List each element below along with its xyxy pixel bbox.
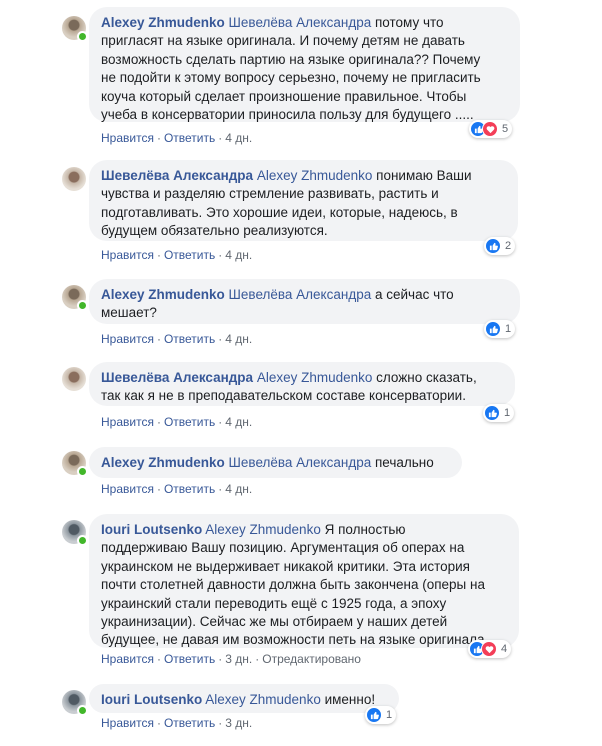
comment-actions: Нравится · Ответить · 3 дн. bbox=[101, 716, 253, 730]
comment-author[interactable]: Iouri Loutsenko bbox=[101, 692, 202, 707]
comment-author[interactable]: Alexey Zhmudenko bbox=[101, 455, 225, 470]
like-icon bbox=[485, 238, 501, 254]
reactions-badge[interactable]: 1 bbox=[484, 320, 516, 338]
online-status-dot bbox=[77, 705, 88, 716]
like-link[interactable]: Нравится bbox=[101, 131, 154, 145]
edited-label[interactable]: Отредактировано bbox=[262, 652, 361, 666]
reaction-count: 5 bbox=[502, 123, 509, 135]
comment-bubble: Alexey Zhmudenko Шевелёва Александра пот… bbox=[89, 7, 520, 122]
comment-actions: Нравится · Ответить · 4 дн. bbox=[101, 482, 253, 496]
comment-text-line: поддерживаю Вашу позицию. Аргументация о… bbox=[101, 540, 465, 556]
comment-text-line: именно! bbox=[320, 692, 376, 707]
comment-bubble: Шевелёва Александра Alexey Zhmudenko сло… bbox=[89, 362, 515, 406]
reactions-badge[interactable]: 1 bbox=[365, 706, 397, 724]
online-status-dot bbox=[77, 31, 88, 42]
reaction-count: 1 bbox=[504, 407, 511, 419]
reaction-count: 2 bbox=[505, 240, 512, 252]
comment-text-line: учеба в консерватории приносила пользу д… bbox=[101, 107, 474, 123]
like-icon bbox=[485, 321, 501, 337]
like-link[interactable]: Нравится bbox=[101, 248, 154, 262]
comment-bubble: Iouri Loutsenko Alexey Zhmudenko Я полно… bbox=[89, 514, 519, 648]
comment-text-line: подготавливать. Это хорошие идеи, которы… bbox=[101, 204, 458, 220]
comment-text-line: почти столетней давности должна быть зак… bbox=[101, 577, 485, 593]
like-icon bbox=[484, 405, 500, 421]
timestamp[interactable]: 4 дн. bbox=[225, 482, 252, 496]
comment-actions: Нравится · Ответить · 3 дн. · Отредактировано bbox=[101, 652, 361, 666]
reply-link[interactable]: Ответить bbox=[164, 482, 215, 496]
comment-bubble: Alexey Zhmudenko Шевелёва Александра а с… bbox=[89, 279, 520, 324]
comment-mention[interactable]: Шевелёва Александра bbox=[229, 455, 372, 470]
timestamp[interactable]: 4 дн. bbox=[225, 248, 252, 262]
comment-author[interactable]: Alexey Zhmudenko bbox=[101, 15, 225, 30]
comment-actions: Нравится · Ответить · 4 дн. bbox=[101, 415, 253, 429]
reaction-count: 1 bbox=[386, 709, 393, 721]
reaction-count: 1 bbox=[505, 323, 512, 335]
timestamp[interactable]: 4 дн. bbox=[225, 415, 252, 429]
like-link[interactable]: Нравится bbox=[101, 415, 154, 429]
comment-author[interactable]: Шевелёва Александра bbox=[101, 370, 253, 385]
comment-mention[interactable]: Шевелёва Александра bbox=[229, 15, 372, 30]
comment-text-line: чувства и разделяю стремление развивать,… bbox=[101, 186, 439, 202]
reply-link[interactable]: Ответить bbox=[164, 131, 215, 145]
reactions-badge[interactable]: 4 bbox=[468, 640, 512, 658]
comment-text-line: а сейчас что bbox=[371, 287, 454, 302]
comment-mention[interactable]: Alexey Zhmudenko bbox=[257, 168, 373, 183]
comment-author[interactable]: Шевелёва Александра bbox=[101, 168, 253, 183]
comment-text-line: потому что bbox=[371, 15, 444, 30]
comment-text-line: возможность сделать партию на языке ориг… bbox=[101, 51, 481, 67]
comment-bubble: Шевелёва Александра Alexey Zhmudenko пон… bbox=[89, 160, 518, 241]
comment-mention[interactable]: Alexey Zhmudenko bbox=[205, 522, 321, 537]
avatar[interactable] bbox=[62, 167, 86, 191]
reactions-badge[interactable]: 2 bbox=[484, 237, 516, 255]
comment-text-line: будущее, не давая им возможности петь на… bbox=[101, 632, 485, 648]
comment-text-line: будущем обязательно реализуются. bbox=[101, 223, 328, 239]
comment-text-line: пригласят на языке оригинала. И почему д… bbox=[101, 33, 465, 49]
comment-actions: Нравится · Ответить · 4 дн. bbox=[101, 332, 253, 346]
comment-text-line: украинском не выдерживает никакой критик… bbox=[101, 558, 470, 574]
comment-text-line: понимаю Ваши bbox=[372, 168, 472, 183]
comment-author[interactable]: Iouri Loutsenko bbox=[101, 522, 202, 537]
reactions-badge[interactable]: 1 bbox=[483, 404, 515, 422]
reply-link[interactable]: Ответить bbox=[164, 415, 215, 429]
like-link[interactable]: Нравится bbox=[101, 652, 154, 666]
comment-text-line: коуча который сделает произношение прави… bbox=[101, 88, 467, 104]
comment-text-line: украинский стали переводить ещё с 1925 г… bbox=[101, 595, 447, 611]
comment-text-line: украинизации). Сейчас же мы отбираем у н… bbox=[101, 614, 448, 630]
like-link[interactable]: Нравится bbox=[101, 482, 154, 496]
comment-mention[interactable]: Alexey Zhmudenko bbox=[205, 692, 321, 707]
timestamp[interactable]: 3 дн. bbox=[225, 652, 252, 666]
reply-link[interactable]: Ответить bbox=[164, 332, 215, 346]
comment-actions: Нравится · Ответить · 4 дн. bbox=[101, 131, 253, 145]
like-icon bbox=[366, 707, 382, 723]
comment-text-line: печально bbox=[371, 455, 434, 470]
like-link[interactable]: Нравится bbox=[101, 332, 154, 346]
comment-text-line: не подойти к этому вопросу серьезно, поч… bbox=[101, 70, 481, 86]
comment-text-line: так как я не в преподавательском составе… bbox=[101, 388, 466, 404]
reply-link[interactable]: Ответить bbox=[164, 652, 215, 666]
comment-actions: Нравится · Ответить · 4 дн. bbox=[101, 248, 253, 262]
comment-bubble: Iouri Loutsenko Alexey Zhmudenko именно! bbox=[89, 684, 399, 713]
online-status-dot bbox=[77, 466, 88, 477]
comment-text-line: сложно сказать, bbox=[372, 370, 477, 385]
comment-bubble: Alexey Zhmudenko Шевелёва Александра печ… bbox=[89, 447, 462, 478]
avatar[interactable] bbox=[62, 367, 86, 391]
comment-text-line: Я полностью bbox=[320, 522, 406, 537]
reaction-count: 4 bbox=[501, 643, 508, 655]
online-status-dot bbox=[77, 535, 88, 546]
comment-text-line: мешает? bbox=[101, 305, 157, 321]
timestamp[interactable]: 3 дн. bbox=[225, 716, 252, 730]
comment-mention[interactable]: Alexey Zhmudenko bbox=[257, 370, 373, 385]
comment-author[interactable]: Alexey Zhmudenko bbox=[101, 287, 225, 302]
online-status-dot bbox=[77, 300, 88, 311]
like-link[interactable]: Нравится bbox=[101, 716, 154, 730]
love-icon bbox=[482, 121, 498, 137]
comment-mention[interactable]: Шевелёва Александра bbox=[229, 287, 372, 302]
reply-link[interactable]: Ответить bbox=[164, 248, 215, 262]
reply-link[interactable]: Ответить bbox=[164, 716, 215, 730]
timestamp[interactable]: 4 дн. bbox=[225, 131, 252, 145]
reactions-badge[interactable]: 5 bbox=[469, 120, 513, 138]
timestamp[interactable]: 4 дн. bbox=[225, 332, 252, 346]
love-icon bbox=[481, 641, 497, 657]
